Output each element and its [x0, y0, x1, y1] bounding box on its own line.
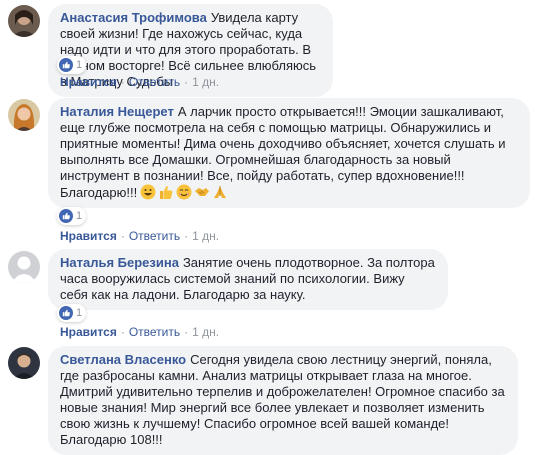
like-icon: [59, 306, 73, 320]
reaction-count[interactable]: 1: [57, 207, 87, 225]
avatar[interactable]: [8, 251, 40, 283]
comment-actions: Нравится · Ответить · 1 дн.: [60, 229, 220, 243]
reaction-count[interactable]: 1: [57, 56, 87, 74]
comment-author[interactable]: Светлана Власенко: [60, 352, 186, 367]
reply-button[interactable]: Ответить: [129, 325, 180, 339]
comment-author[interactable]: Наталия Нещерет: [60, 104, 174, 119]
comment-time[interactable]: 1 дн.: [192, 229, 219, 243]
comment-author[interactable]: Наталья Березина: [60, 255, 179, 270]
reply-button[interactable]: Ответить: [129, 75, 180, 89]
praying-hands-emoji: [214, 186, 227, 198]
reaction-number: 1: [76, 210, 83, 222]
comment-author[interactable]: Анастасия Трофимова: [60, 10, 207, 25]
like-icon: [59, 58, 73, 72]
comment-bubble: Наталия Нещерет А ларчик просто открывает…: [48, 98, 530, 208]
reaction-number: 1: [76, 307, 83, 319]
comment-bubble: Светлана Власенко Сегодня увидела свою ле…: [48, 346, 518, 455]
like-button[interactable]: Нравится: [60, 229, 117, 243]
thumbs-up-emoji: [160, 186, 173, 199]
grinning-emoji: [140, 184, 156, 200]
reaction-number: 1: [76, 59, 83, 71]
like-icon: [59, 209, 73, 223]
comment-bubble: Наталья Березина Занятие очень плодотворн…: [48, 249, 448, 310]
handshake-emoji: [195, 188, 210, 196]
comment-time[interactable]: 1 дн.: [192, 75, 219, 89]
like-button[interactable]: Нравится: [60, 325, 117, 339]
like-button[interactable]: Нравится: [60, 75, 117, 89]
comment-actions: Нравится · Ответить · 1 дн.: [60, 75, 220, 89]
avatar[interactable]: [8, 347, 40, 379]
reply-button[interactable]: Ответить: [129, 229, 180, 243]
avatar[interactable]: [8, 99, 40, 131]
smiling-emoji: [176, 184, 192, 200]
emoji-group: [140, 184, 228, 200]
avatar[interactable]: [8, 5, 40, 37]
comment-actions: Нравится · Ответить · 1 дн.: [60, 325, 220, 339]
comment-time[interactable]: 1 дн.: [192, 325, 219, 339]
reaction-count[interactable]: 1: [57, 304, 87, 322]
